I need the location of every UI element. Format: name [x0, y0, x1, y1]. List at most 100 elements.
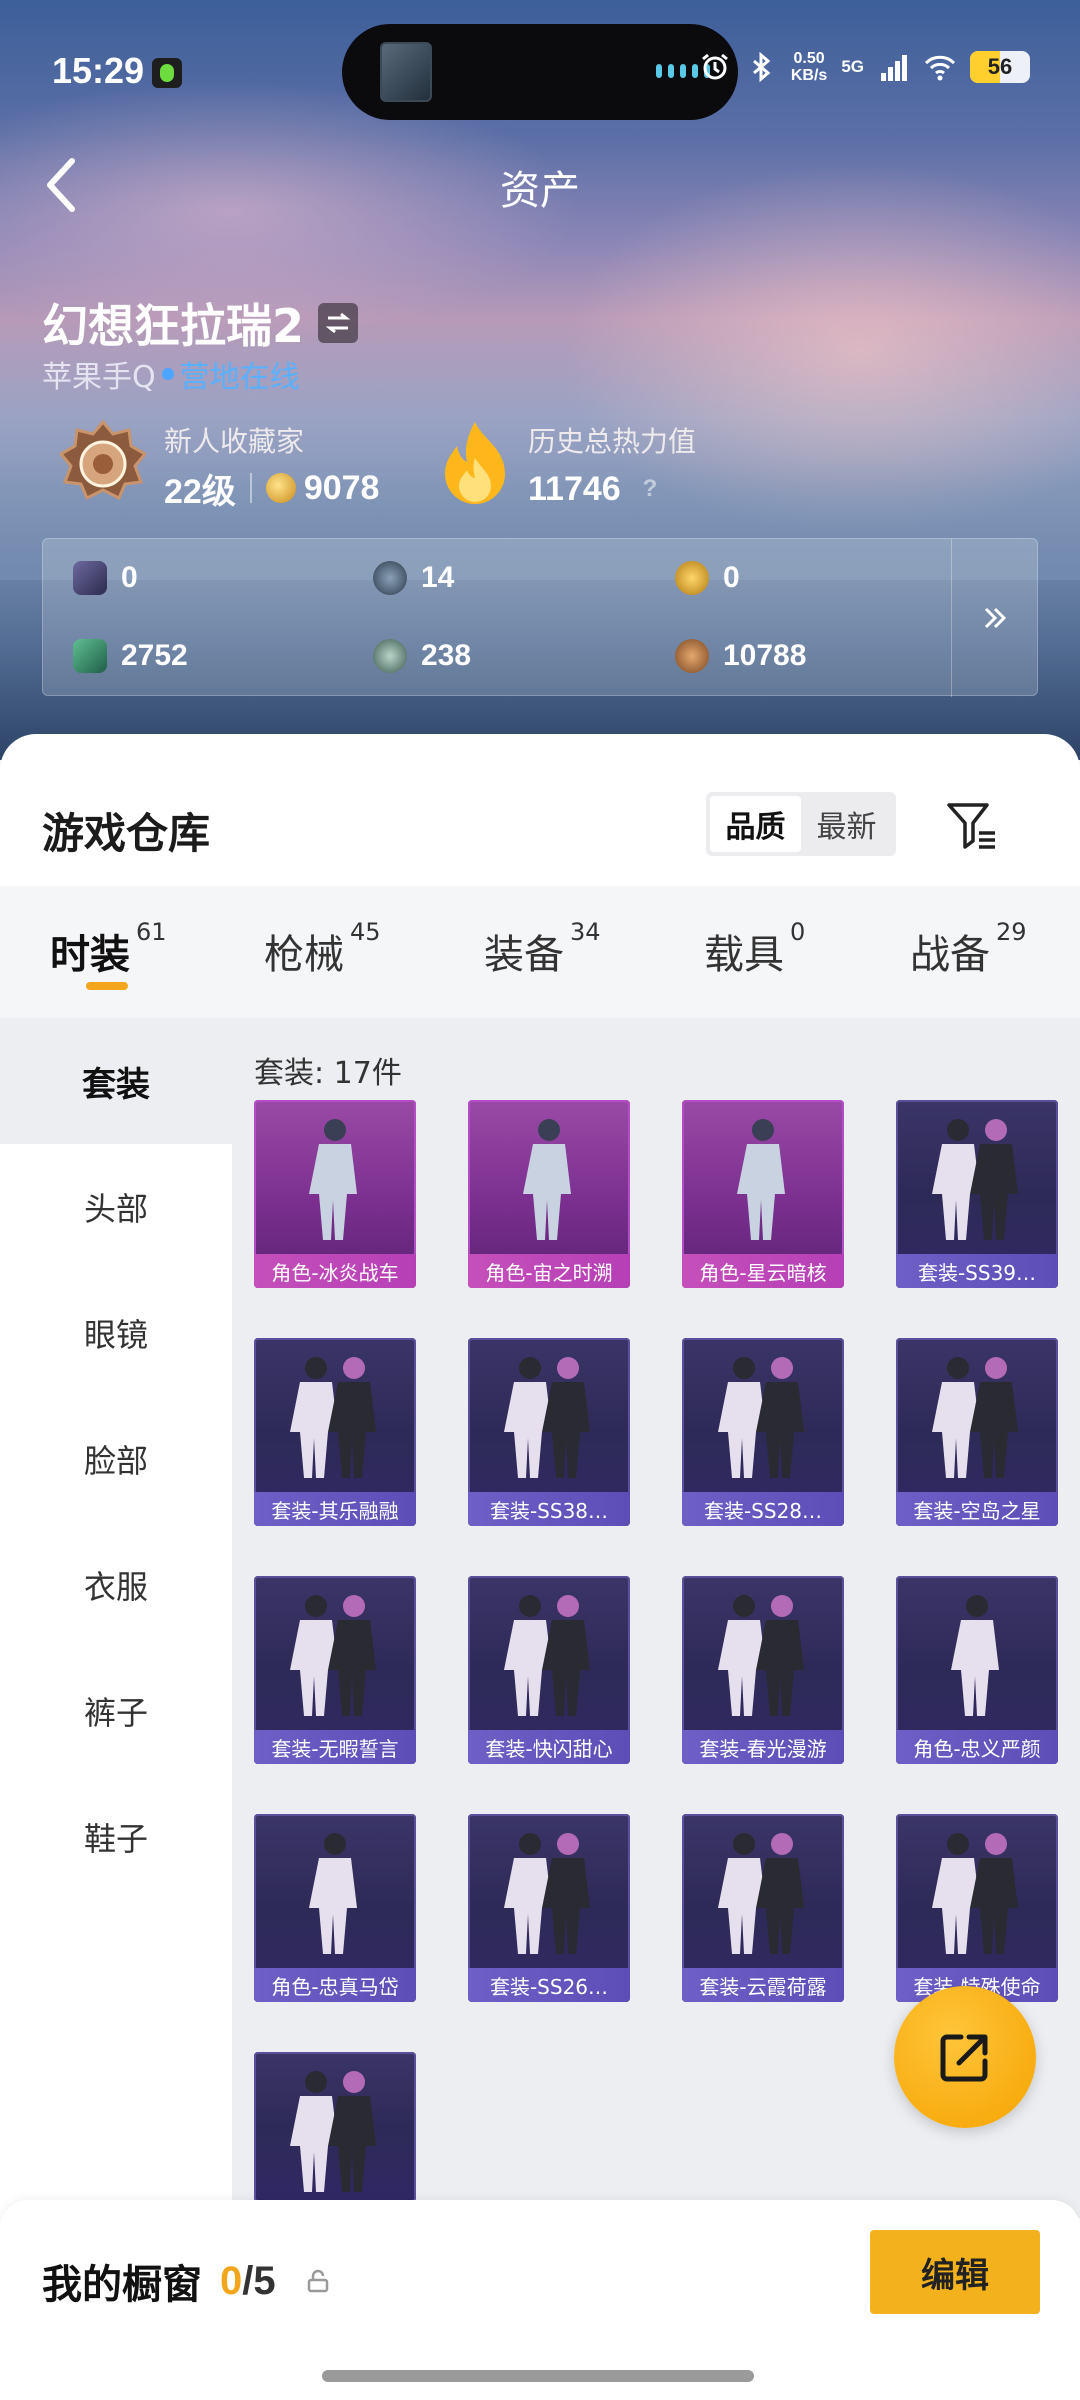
outfit-figure: [737, 1119, 785, 1240]
network-speed: 0.50 KB/s: [790, 50, 828, 84]
currency-item[interactable]: 14: [373, 561, 454, 595]
share-icon: [940, 2034, 988, 2082]
set-count: 套装: 17件: [254, 1056, 402, 1091]
edit-button[interactable]: 编辑: [870, 2230, 1040, 2314]
alarm-icon: [701, 53, 728, 80]
item-card[interactable]: 套装-快闪甜心: [468, 1576, 630, 1764]
sidebar-item-sets[interactable]: 套装: [0, 1018, 232, 1144]
tab-equipment[interactable]: 装备 34: [484, 918, 601, 980]
currency-item[interactable]: 0: [73, 561, 138, 595]
sidebar-item-shoes[interactable]: 鞋子: [0, 1774, 232, 1900]
filter-icon: [947, 803, 995, 849]
outfit-figure: [932, 1833, 1018, 1954]
filter-button[interactable]: [942, 796, 1002, 856]
sidebar-item-glasses[interactable]: 眼镜: [0, 1270, 232, 1396]
showcase-label: 我的橱窗: [42, 2262, 202, 2308]
item-card[interactable]: 套装-SS38…: [468, 1338, 630, 1526]
platform-line: 苹果手Q 营地在线: [42, 352, 300, 396]
item-name: 套装-其乐融融: [254, 1492, 416, 1526]
item-card[interactable]: 角色-冰炎战车: [254, 1100, 416, 1288]
rank-title: 新人收藏家: [164, 424, 305, 458]
currency-item[interactable]: 10788: [675, 639, 806, 673]
network-type: 5G: [841, 57, 864, 76]
status-bar: 15:29 0.50 KB/s 5G 56: [0, 0, 1080, 140]
outfit-figure: [504, 1357, 590, 1478]
outfit-figure: [309, 1119, 357, 1240]
medal-icon: [60, 419, 146, 501]
tab-vehicles[interactable]: 载具 0: [704, 918, 805, 980]
item-card[interactable]: 套装-无暇誓言: [254, 1576, 416, 1764]
help-icon[interactable]: ?: [643, 475, 658, 503]
item-name: 角色-冰炎战车: [254, 1254, 416, 1288]
item-card[interactable]: 套装-云霞荷露: [682, 1814, 844, 2002]
item-card[interactable]: 角色-忠义严颜: [896, 1576, 1058, 1764]
item-card[interactable]: 套装-其乐融融: [254, 1338, 416, 1526]
switch-account-button[interactable]: [318, 303, 359, 343]
player-name: 幻想狂拉瑞2: [42, 299, 305, 353]
heat-value-block[interactable]: 历史总热力值 11746 ?: [440, 418, 696, 510]
outfit-figure: [718, 1357, 804, 1478]
online-dot: [161, 368, 174, 380]
outfit-figure: [290, 1357, 376, 1478]
media-thumbnail: [380, 42, 432, 102]
warehouse-sheet: 游戏仓库 品质 最新 时装 61 枪械 45 装备 34 载具 0 战备 29 套装 头部…: [0, 734, 1080, 2400]
currency-item[interactable]: 2752: [73, 639, 188, 673]
item-card[interactable]: 套装-特殊使命: [896, 1814, 1058, 2002]
sidebar-item-face[interactable]: 脸部: [0, 1396, 232, 1522]
share-button[interactable]: [894, 1986, 1036, 2128]
item-name: 套装-SS38…: [468, 1492, 630, 1526]
sidebar-item-clothes[interactable]: 衣服: [0, 1522, 232, 1648]
outfit-figure: [951, 1595, 999, 1716]
voucher-icon: [73, 639, 107, 673]
flame-icon: [445, 422, 505, 504]
collection-points: 9078: [303, 468, 380, 507]
sidebar-item-head[interactable]: 头部: [0, 1144, 232, 1270]
item-card[interactable]: 套装-SS28…: [682, 1338, 844, 1526]
app-notification-icon: [152, 58, 182, 88]
item-name: 角色-忠真马岱: [254, 1968, 416, 2002]
item-name: 角色-忠义严颜: [896, 1730, 1058, 1764]
warehouse-title: 游戏仓库: [42, 809, 211, 858]
item-name: 套装-SS39…: [896, 1254, 1058, 1288]
item-card[interactable]: 套装-空岛之星: [896, 1338, 1058, 1526]
signal-icon: [881, 55, 907, 81]
collector-rank[interactable]: 新人收藏家 22级 9078: [60, 418, 379, 514]
outfit-figure: [290, 1595, 376, 1716]
sort-newest-button[interactable]: 最新: [801, 796, 892, 852]
sort-toggle: 品质 最新: [706, 792, 896, 856]
item-card[interactable]: 套装-SS26…: [468, 1814, 630, 2002]
more-currency-button[interactable]: [951, 539, 1037, 697]
swap-icon: [325, 312, 351, 334]
item-card[interactable]: 套装-春光漫游: [682, 1576, 844, 1764]
item-card[interactable]: 角色-星云暗核: [682, 1100, 844, 1288]
sort-quality-button[interactable]: 品质: [710, 796, 801, 852]
heat-value: 11746: [528, 469, 621, 508]
item-card[interactable]: 套装-SS39…: [896, 1100, 1058, 1288]
online-status: 营地在线: [179, 360, 300, 395]
player-level: 22级: [164, 472, 236, 511]
card-icon: [73, 561, 107, 595]
home-indicator[interactable]: [322, 2370, 754, 2382]
outfit-figure: [523, 1119, 571, 1240]
outfit-figure: [290, 2071, 376, 2192]
item-name: 套装-云霞荷露: [682, 1968, 844, 2002]
page-title: 资产: [500, 168, 580, 214]
item-card[interactable]: [254, 2052, 416, 2202]
item-name: 套装-SS26…: [468, 1968, 630, 2002]
token-icon: [373, 561, 407, 595]
tab-supplies[interactable]: 战备 29: [910, 918, 1027, 980]
currency-item[interactable]: 238: [373, 639, 471, 673]
outfit-figure: [504, 1833, 590, 1954]
item-card[interactable]: 角色-忠真马岱: [254, 1814, 416, 2002]
gold-token-icon: [675, 561, 709, 595]
tab-weapons[interactable]: 枪械 45: [264, 918, 381, 980]
item-name: 角色-宙之时溯: [468, 1254, 630, 1288]
showcase-bar: 我的橱窗 0 /5 编辑: [0, 2200, 1080, 2400]
dynamic-island[interactable]: [342, 24, 738, 120]
item-card[interactable]: 角色-宙之时溯: [468, 1100, 630, 1288]
showcase-max: /5: [242, 2258, 276, 2303]
item-name: 角色-星云暗核: [682, 1254, 844, 1288]
currency-item[interactable]: 0: [675, 561, 740, 595]
tab-fashion[interactable]: 时装 61: [50, 918, 167, 980]
sidebar-item-pants[interactable]: 裤子: [0, 1648, 232, 1774]
